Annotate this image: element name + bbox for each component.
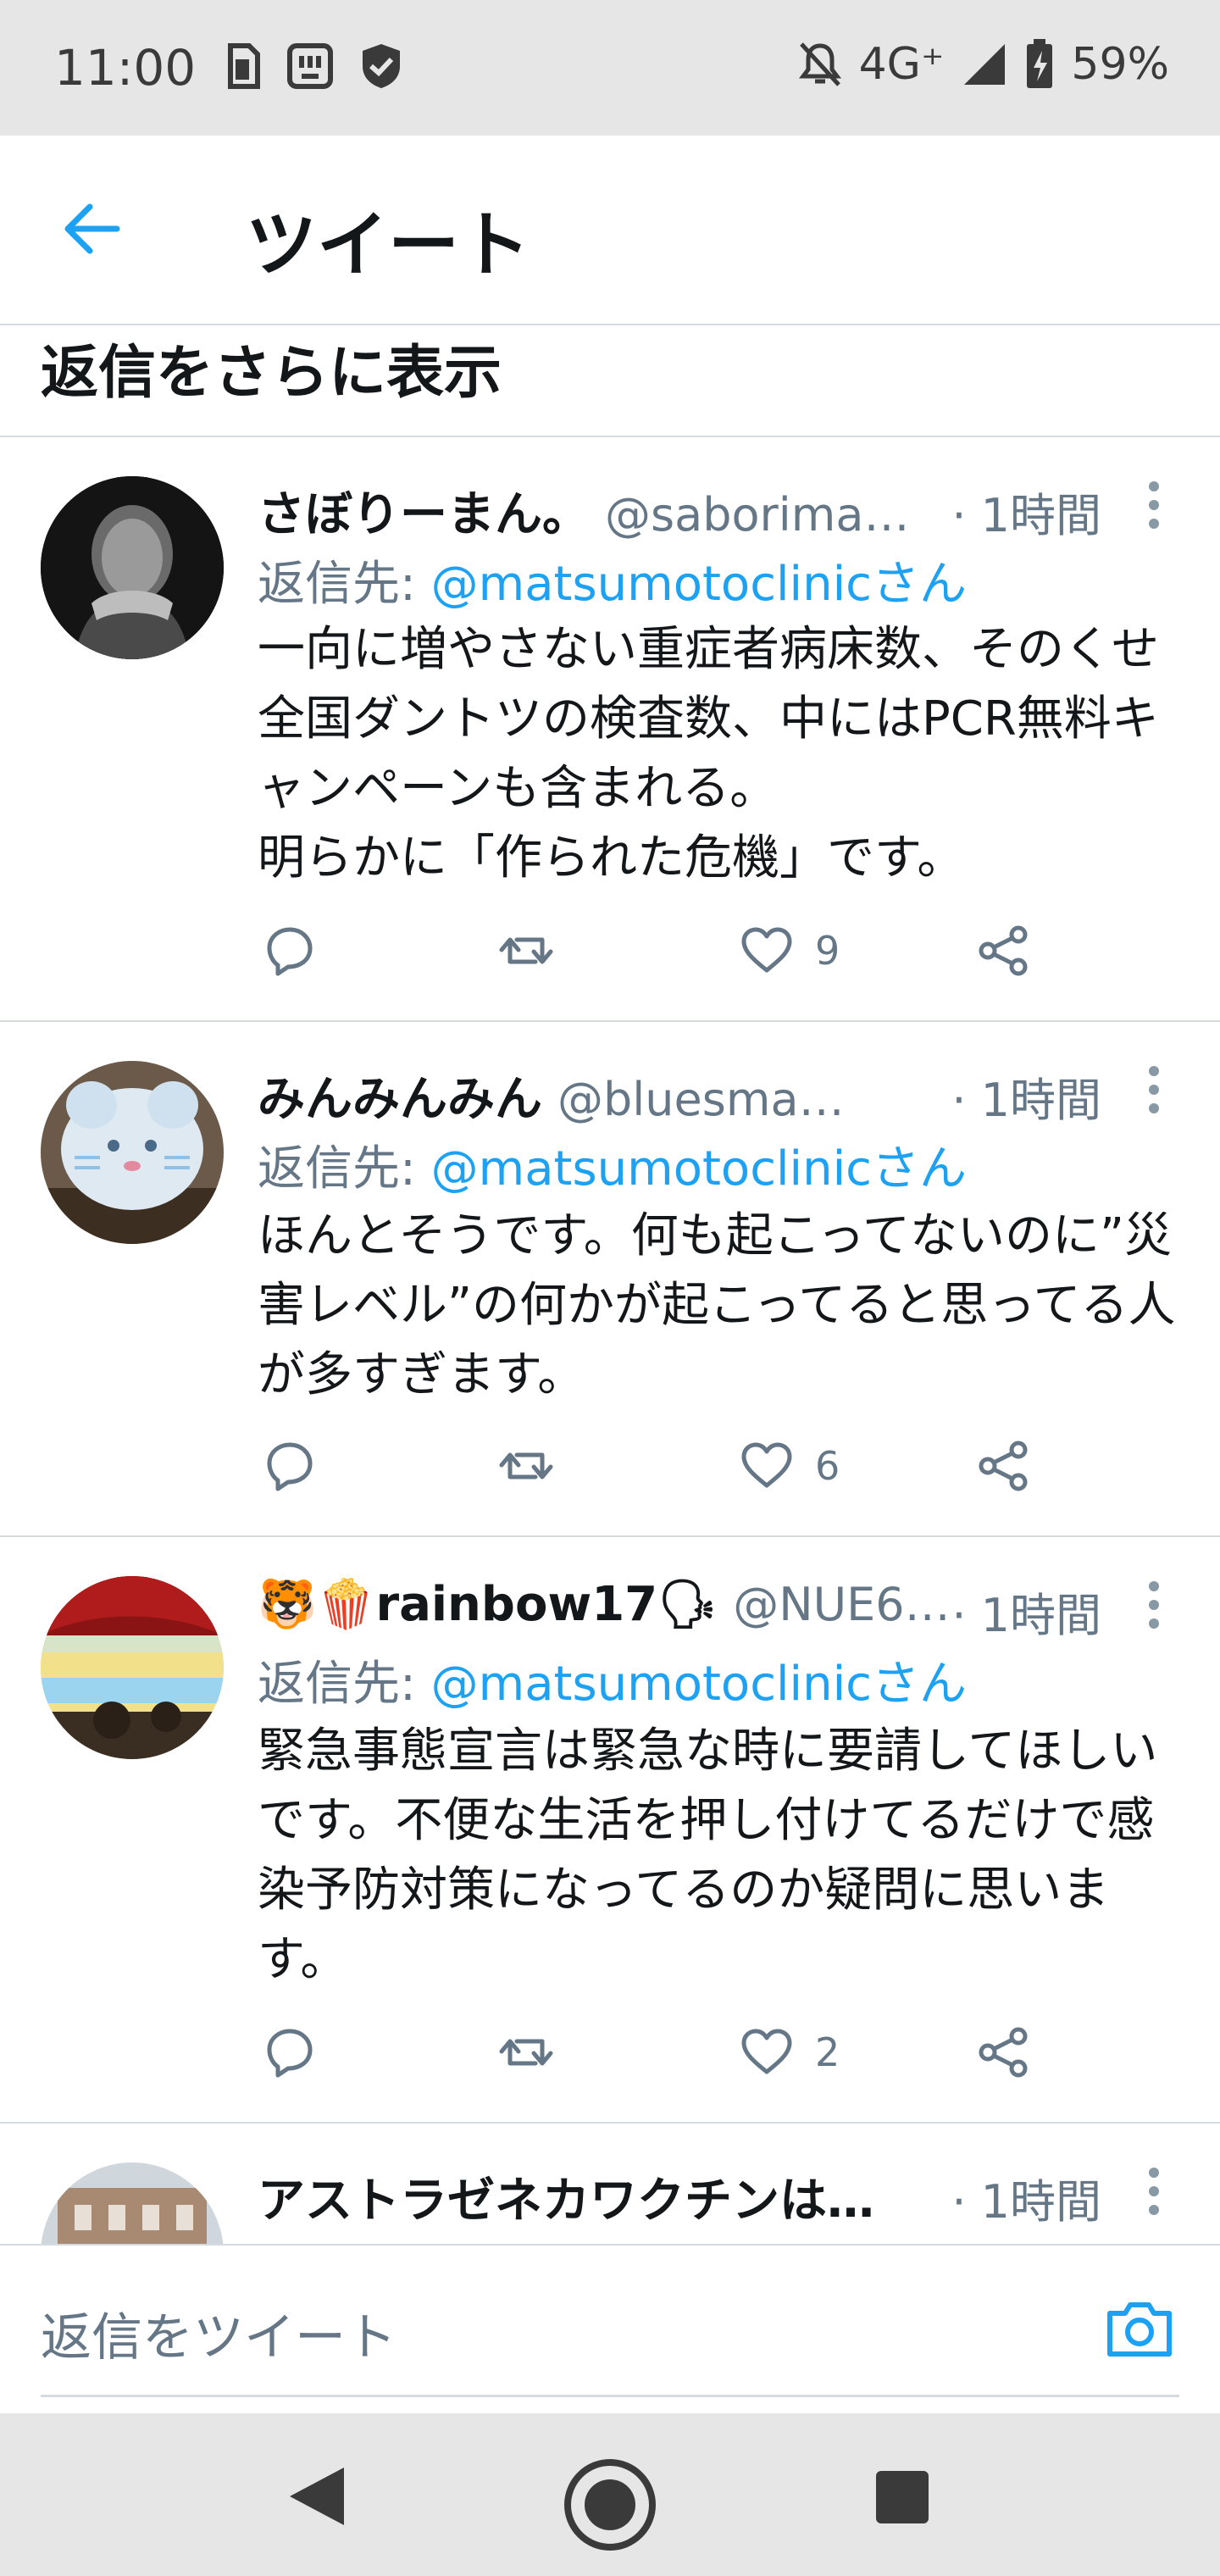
tweet-text: 緊急事態宣言は緊急な時に要請してほしいです。不便な生活を押し付けてるだけで感染予…: [258, 1724, 1158, 1987]
tweet-time: · 1時間: [951, 1589, 1101, 1642]
like-button[interactable]: 2: [739, 2018, 840, 2086]
network-type: 4G⁺: [858, 39, 945, 90]
more-options-icon[interactable]: [1145, 2166, 1162, 2217]
battery-level: 59%: [1071, 39, 1169, 90]
user-handle[interactable]: @saborima…: [605, 488, 909, 541]
reply-to-prefix: 返信先:: [258, 557, 431, 612]
reply-icon: [267, 1442, 313, 1491]
display-name[interactable]: みんみんみん: [258, 1061, 542, 1130]
status-indicators: 4G⁺ 59%: [798, 39, 1169, 90]
tweet-actions: 2: [258, 2018, 1088, 2086]
avatar[interactable]: [41, 476, 224, 659]
share-icon: [979, 925, 1028, 976]
reply-button[interactable]: [261, 1432, 317, 1500]
tweet-time: · 1時間: [951, 1074, 1101, 1127]
nav-recents-icon[interactable]: [876, 2471, 929, 2523]
avatar[interactable]: [41, 2162, 224, 2244]
reply-to-handle[interactable]: @matsumotoclinicさん: [431, 557, 967, 612]
avatar[interactable]: [41, 1061, 224, 1244]
heart-icon: [741, 1442, 792, 1488]
status-time: 11:00: [54, 39, 197, 97]
retweet-icon: [499, 2039, 553, 2066]
arrow-left-icon[interactable]: [61, 198, 122, 259]
system-nav-bar: [0, 2413, 1220, 2576]
avatar[interactable]: [41, 1576, 224, 1759]
reply-button[interactable]: [261, 2018, 317, 2086]
status-bar: 11:00 4G⁺ 59%: [0, 0, 1220, 136]
app-header: ツイート: [0, 136, 1220, 325]
reply-input[interactable]: 返信をツイート: [41, 2296, 396, 2370]
like-button[interactable]: 9: [739, 917, 840, 985]
tweet[interactable]: アストラゼネカワクチンは… · 1時間: [0, 2124, 1220, 2244]
nav-home-icon[interactable]: [561, 2456, 659, 2554]
display-name[interactable]: アストラゼネカワクチンは…: [258, 2162, 874, 2231]
bell-off-icon: [798, 42, 841, 86]
share-button[interactable]: [976, 2018, 1032, 2086]
tweet-actions: 9: [258, 917, 1088, 985]
reply-to-line: 返信先: @matsumotoclinicさん: [258, 1646, 967, 1714]
notification-app-icon: [287, 43, 333, 89]
tweet-actions: 6: [258, 1432, 1088, 1500]
display-name[interactable]: さぼりーまん。: [258, 476, 590, 545]
reply-to-line: 返信先: @matsumotoclinicさん: [258, 546, 967, 614]
heart-icon: [741, 927, 792, 973]
camera-icon[interactable]: [1103, 2295, 1176, 2362]
more-options-icon[interactable]: [1145, 480, 1162, 530]
divider: [41, 2395, 1179, 2397]
reply-button[interactable]: [261, 917, 317, 985]
more-options-icon[interactable]: [1145, 1064, 1162, 1115]
more-options-icon[interactable]: [1145, 1579, 1162, 1630]
like-count: 2: [815, 2029, 840, 2075]
heart-icon: [741, 2029, 792, 2074]
tweet-text: 一向に増やさない重症者病床数、そのくせ全国ダントツの検査数、中にはPCR無料キャ…: [258, 622, 1159, 886]
share-icon: [979, 2027, 1028, 2078]
show-more-replies[interactable]: 返信をさらに表示: [0, 325, 1220, 437]
nav-back-icon[interactable]: [283, 2464, 351, 2529]
tweet-time: · 1時間: [951, 489, 1101, 542]
reply-to-prefix: 返信先:: [258, 1141, 431, 1196]
retweet-icon: [499, 1452, 553, 1480]
retweet-icon: [499, 937, 553, 964]
tweet-time: · 1時間: [951, 2175, 1101, 2229]
reply-to-handle[interactable]: @matsumotoclinicさん: [431, 1141, 967, 1196]
like-count: 6: [815, 1443, 840, 1489]
user-handle[interactable]: @bluesman1…: [557, 1073, 862, 1126]
page-title: ツイート: [246, 203, 531, 286]
share-button[interactable]: [976, 1432, 1032, 1500]
display-name[interactable]: 🐯🍿rainbow17🗣: [258, 1576, 718, 1632]
reply-to-prefix: 返信先:: [258, 1657, 431, 1712]
reply-to-handle[interactable]: @matsumotoclinicさん: [431, 1657, 967, 1712]
tweet[interactable]: さぼりーまん。 @saborima… · 1時間 返信先: @matsumoto…: [0, 437, 1220, 1022]
tweet[interactable]: みんみんみん @bluesman1… · 1時間 返信先: @matsumoto…: [0, 1022, 1220, 1537]
user-handle[interactable]: @NUE6…: [733, 1578, 950, 1631]
retweet-button[interactable]: [498, 917, 554, 985]
like-count: 9: [815, 928, 840, 974]
share-icon: [979, 1441, 1028, 1491]
like-button[interactable]: 6: [739, 1432, 840, 1500]
reply-composer: 返信をツイート: [0, 2244, 1220, 2415]
reply-to-line: 返信先: @matsumotoclinicさん: [258, 1130, 967, 1199]
signal-icon: [964, 44, 1006, 85]
reply-icon: [267, 927, 313, 976]
retweet-button[interactable]: [498, 1432, 554, 1500]
reply-icon: [267, 2029, 313, 2078]
retweet-button[interactable]: [498, 2018, 554, 2086]
shield-icon: [363, 44, 400, 88]
share-button[interactable]: [976, 917, 1032, 985]
sim-card-icon: [228, 43, 260, 89]
tweet-text: ほんとそうです。何も起こってないのに”災害レベル”の何かが起こってると思ってる人…: [258, 1208, 1176, 1402]
tweet[interactable]: 🐯🍿rainbow17🗣 @NUE6… · 1時間 返信先: @matsumot…: [0, 1537, 1220, 2124]
show-more-replies-label: 返信をさらに表示: [41, 340, 502, 407]
battery-charging-icon: [1027, 39, 1053, 88]
